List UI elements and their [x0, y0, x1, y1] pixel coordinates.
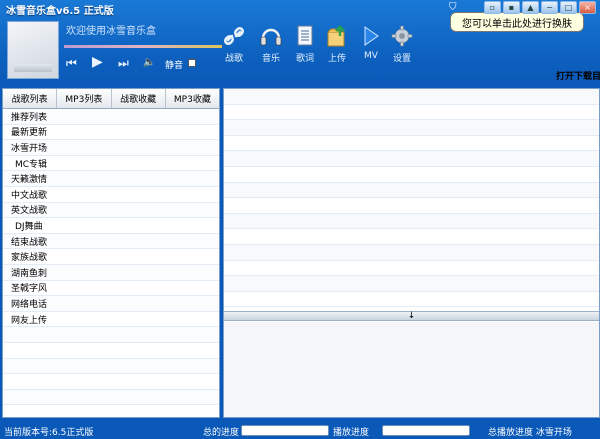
mute-label: 静音 [165, 61, 184, 71]
toolbar-label: 歌词 [295, 54, 314, 64]
table-row[interactable] [224, 151, 599, 167]
total-progress-label: 总的进度 [203, 428, 240, 438]
playback-progress-bar[interactable] [64, 45, 222, 48]
table-row[interactable] [224, 136, 599, 152]
list-item[interactable]: DJ舞曲 [3, 218, 219, 234]
list-item[interactable]: 推荐列表 [3, 109, 219, 125]
category-panel: 战歌列表 MP3列表 战歌收藏 MP3收藏 推荐列表 最新更新 冰雪开场 MC专… [2, 88, 220, 418]
app-window: 冰雪音乐盒v6.5 正式版 ⛉ 您可以单击此处进行换肤 ▫ ▪ ▲ − □ × … [0, 0, 600, 439]
window-title: 冰雪音乐盒v6.5 正式版 [6, 6, 114, 17]
tab-zhange-favorites[interactable]: 战歌收藏 [111, 89, 166, 108]
song-list-panel: ↓ [223, 88, 600, 418]
tab-mp3-favorites[interactable]: MP3收藏 [165, 89, 219, 108]
list-item [3, 343, 219, 359]
lyrics-area [224, 322, 599, 417]
minimize-button[interactable]: − [541, 1, 558, 14]
play-progress-label: 播放进度 [333, 428, 370, 438]
total-progress-bar [241, 425, 329, 436]
play-triangle-icon [356, 24, 386, 48]
toolbar-mv[interactable]: MV [356, 24, 386, 61]
now-playing-text: 欢迎使用冰雪音乐盒 [66, 26, 156, 37]
table-row[interactable] [224, 244, 599, 261]
table-row[interactable] [224, 89, 599, 105]
window-buttons: ▫ ▪ ▲ − □ × [484, 1, 596, 14]
next-icon[interactable]: ⏭ [118, 56, 129, 70]
status-bar: 当前版本号:6.5正式版 总的进度 播放进度 总播放进度 冰雪开场 [0, 422, 600, 439]
table-row[interactable] [224, 213, 599, 230]
table-row[interactable] [224, 261, 599, 277]
list-item[interactable]: 最新更新 [3, 125, 219, 141]
table-row[interactable] [224, 292, 599, 308]
link-icon [219, 24, 249, 48]
tab-zhange-list[interactable]: 战歌列表 [3, 89, 58, 108]
prev-icon[interactable]: ⏮ [66, 56, 77, 70]
status-right-text: 总播放进度 冰雪开场 [488, 428, 572, 438]
toolbar-label: 战歌 [224, 54, 243, 64]
category-tabs: 战歌列表 MP3列表 战歌收藏 MP3收藏 [3, 89, 219, 109]
toolbar-label: 设置 [392, 54, 411, 64]
table-row[interactable] [224, 167, 599, 183]
table-row[interactable] [224, 105, 599, 121]
list-item[interactable]: 网络电话 [3, 296, 219, 312]
toolbar-music[interactable]: 音乐 [256, 24, 286, 64]
list-item [3, 358, 219, 375]
skin-button[interactable]: ▲ [522, 1, 539, 14]
toolbar-upload[interactable]: 上传 [322, 24, 352, 64]
toolbar-label: 音乐 [261, 54, 280, 64]
mini-mode-button[interactable]: ▫ [484, 1, 501, 14]
close-button[interactable]: × [579, 1, 596, 14]
table-row[interactable] [224, 229, 599, 245]
category-list: 推荐列表 最新更新 冰雪开场 MC专辑 天籁激情 中文战歌 英文战歌 DJ舞曲 … [3, 109, 219, 406]
list-item[interactable]: 结束战歌 [3, 233, 219, 250]
table-row[interactable] [224, 276, 599, 292]
toolbar-label: MV [364, 51, 378, 61]
volume-icon[interactable]: 🔈 [143, 56, 155, 70]
open-download-folder-link[interactable]: 打开下载目 [556, 69, 600, 82]
table-row[interactable] [224, 182, 599, 199]
panel-splitter[interactable]: ↓ [224, 311, 599, 321]
list-item[interactable]: 中文战歌 [3, 187, 219, 203]
arrow-down-icon: ↓ [407, 311, 416, 321]
table-row[interactable] [224, 198, 599, 214]
skin-tooltip: 您可以单击此处进行换肤 [450, 12, 584, 32]
list-item[interactable]: 圣戟字风 [3, 281, 219, 297]
song-list [224, 89, 599, 308]
list-item[interactable]: 湖南鱼刺 [3, 264, 219, 281]
list-item [3, 389, 219, 406]
play-icon[interactable]: ▶ [92, 55, 103, 69]
list-item[interactable]: MC专辑 [3, 156, 219, 172]
gear-icon [387, 24, 417, 48]
table-row[interactable] [224, 120, 599, 136]
headphones-icon [256, 24, 286, 48]
toolbar-label: 上传 [327, 54, 346, 64]
document-icon [290, 24, 320, 48]
tab-mp3-list[interactable]: MP3列表 [57, 89, 112, 108]
list-item[interactable]: 天籁激情 [3, 171, 219, 187]
compact-button[interactable]: ▪ [503, 1, 520, 14]
toolbar-zhange[interactable]: 战歌 [219, 24, 249, 64]
list-item [3, 374, 219, 390]
list-item [3, 327, 219, 343]
version-text: 当前版本号:6.5正式版 [4, 428, 94, 438]
list-item[interactable]: 冰雪开场 [3, 140, 219, 156]
upload-icon [322, 24, 352, 48]
list-item[interactable]: 英文战歌 [3, 202, 219, 219]
list-item[interactable]: 家族战歌 [3, 249, 219, 265]
toolbar-settings[interactable]: 设置 [387, 24, 417, 64]
album-art [7, 21, 59, 79]
play-progress-bar [382, 425, 470, 436]
maximize-button[interactable]: □ [560, 1, 577, 14]
mute-checkbox[interactable] [188, 59, 196, 67]
list-item[interactable]: 网友上传 [3, 312, 219, 328]
toolbar-lyrics[interactable]: 歌词 [290, 24, 320, 64]
